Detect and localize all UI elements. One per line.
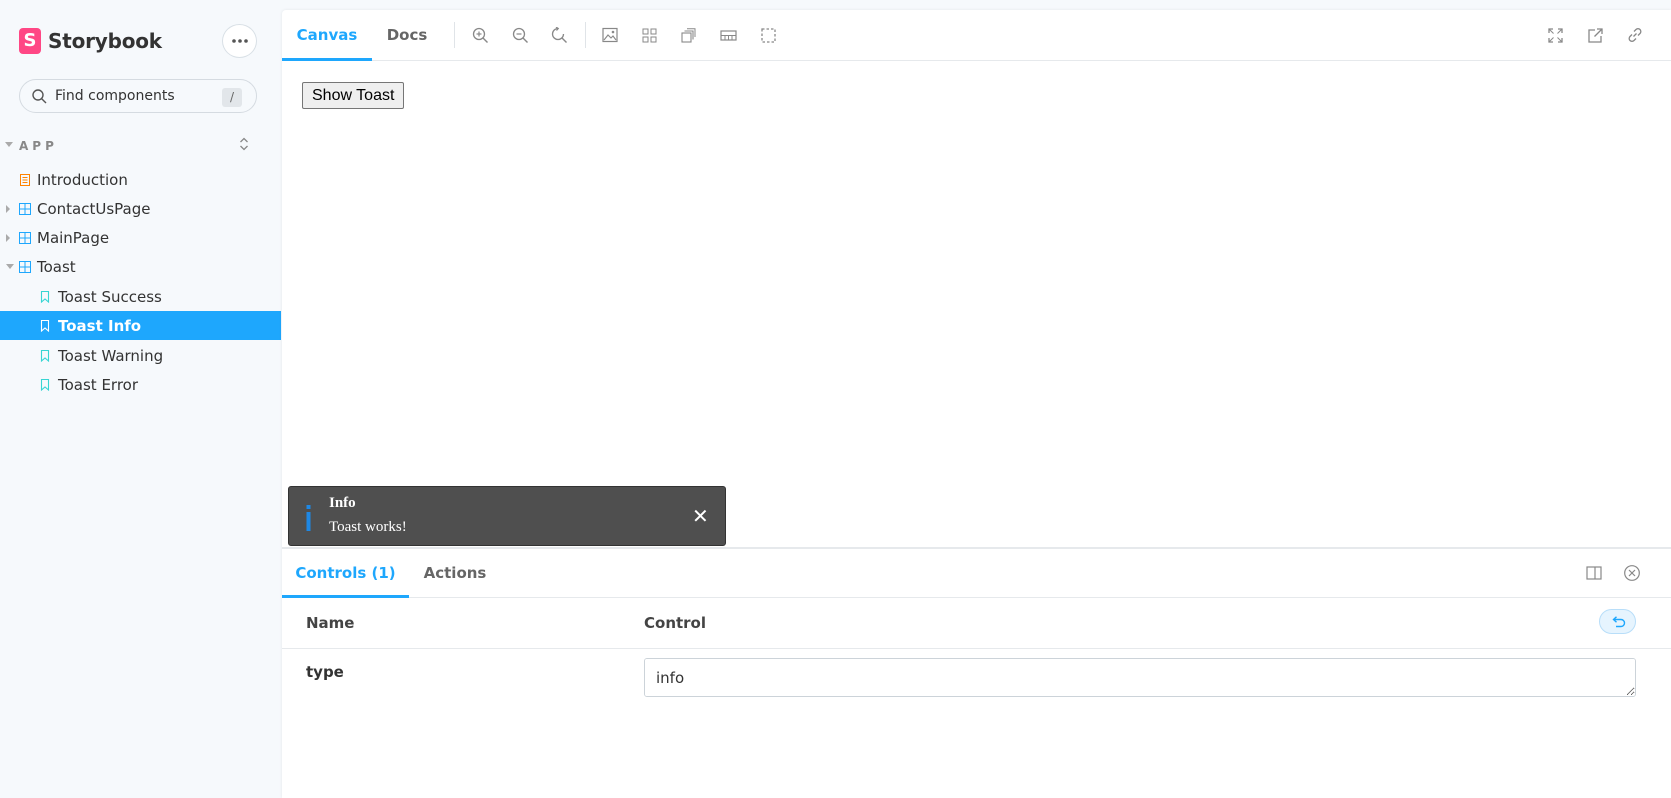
sidebar-item-label: Toast Success (58, 287, 162, 306)
sidebar-item-introduction[interactable]: Introduction (0, 165, 281, 194)
panel-orientation-icon[interactable] (1585, 564, 1603, 582)
search-shortcut-key: / (222, 88, 242, 107)
control-name: type (306, 663, 344, 681)
zoom-out-icon[interactable] (511, 26, 529, 44)
sidebar-item-label: Toast (37, 257, 76, 276)
sidebar-item-toast-error[interactable]: Toast Error (0, 370, 281, 399)
open-new-tab-icon[interactable] (1586, 26, 1604, 44)
sidebar-item-label: MainPage (37, 228, 110, 247)
sidebar-item-toast-info[interactable]: Toast Info (0, 311, 281, 340)
tab-controls[interactable]: Controls (1) (282, 549, 409, 598)
show-toast-button[interactable]: Show Toast (302, 82, 405, 109)
component-icon (19, 231, 31, 244)
toast-message: Toast works! (329, 519, 407, 535)
preview-canvas: Show Toast Info Toast works! ✕ (282, 61, 1671, 547)
measure-icon[interactable] (719, 26, 737, 44)
caret-right-icon (6, 233, 10, 242)
outline-icon[interactable] (759, 26, 777, 44)
sidebar-item-label: Toast Error (58, 375, 139, 394)
toast-notification: Info Toast works! ✕ (288, 486, 726, 546)
toolbar-divider (585, 22, 586, 48)
toolbar-divider (454, 22, 455, 48)
grid-icon[interactable] (640, 26, 658, 44)
type-control-input[interactable]: info (644, 658, 1636, 697)
brand-name: Storybook (48, 29, 162, 53)
document-icon (20, 173, 30, 186)
sidebar-item-mainpage[interactable]: MainPage (0, 223, 281, 252)
zoom-in-icon[interactable] (471, 26, 489, 44)
column-control-header: Control (644, 614, 707, 632)
brand[interactable]: S Storybook (19, 27, 162, 55)
sidebar-item-toast[interactable]: Toast (0, 252, 281, 281)
group-label: APP (19, 139, 58, 153)
undo-icon (1611, 615, 1625, 627)
reset-controls-button[interactable] (1599, 609, 1636, 634)
bookmark-icon (40, 290, 50, 303)
component-icon (19, 202, 31, 215)
caret-down-icon (5, 142, 13, 147)
bookmark-icon (40, 378, 50, 391)
sidebar: S Storybook / APP Introduction (0, 0, 281, 798)
tab-docs[interactable]: Docs (372, 10, 442, 61)
copy-link-icon[interactable] (1626, 26, 1644, 44)
expand-collapse-icon[interactable] (237, 136, 251, 156)
chevron-up-down-icon (240, 137, 248, 151)
bookmark-icon (40, 319, 50, 332)
sidebar-item-toast-warning[interactable]: Toast Warning (0, 341, 281, 370)
viewport-icon[interactable] (679, 26, 697, 44)
search-box[interactable]: / (19, 79, 257, 113)
toast-title: Info (329, 495, 356, 511)
ellipsis-icon (231, 39, 248, 43)
sidebar-item-label: Toast Warning (58, 346, 164, 365)
toolbar: Canvas Docs (282, 10, 1671, 61)
addons-panel: Controls (1) Actions Name Control type i… (282, 547, 1671, 798)
background-icon[interactable] (601, 26, 619, 44)
storybook-logo-icon: S (19, 28, 41, 54)
sidebar-item-label: Toast Info (58, 316, 142, 335)
close-icon[interactable]: ✕ (692, 506, 709, 526)
caret-right-icon (6, 204, 10, 213)
addon-tabs: Controls (1) Actions (282, 549, 1671, 598)
column-name-header: Name (306, 614, 355, 632)
group-app[interactable]: APP (0, 136, 281, 158)
fullscreen-icon[interactable] (1546, 26, 1564, 44)
info-icon (306, 505, 311, 531)
sidebar-item-contactuspage[interactable]: ContactUsPage (0, 194, 281, 223)
tab-actions[interactable]: Actions (409, 549, 501, 598)
zoom-reset-icon[interactable] (550, 26, 568, 44)
sidebar-item-label: Introduction (37, 170, 128, 189)
main-panel: Canvas Docs Show Toast Info Toast works!… (282, 10, 1671, 798)
menu-button[interactable] (222, 24, 257, 58)
caret-down-icon (6, 264, 14, 269)
close-panel-icon[interactable] (1623, 564, 1641, 582)
controls-table-header: Name Control (282, 598, 1671, 649)
sidebar-item-toast-success[interactable]: Toast Success (0, 282, 281, 311)
search-input[interactable] (55, 88, 205, 104)
bookmark-icon (40, 349, 50, 362)
sidebar-item-label: ContactUsPage (37, 199, 151, 218)
tab-canvas[interactable]: Canvas (282, 10, 372, 61)
search-icon (32, 88, 47, 103)
component-icon (19, 260, 31, 273)
